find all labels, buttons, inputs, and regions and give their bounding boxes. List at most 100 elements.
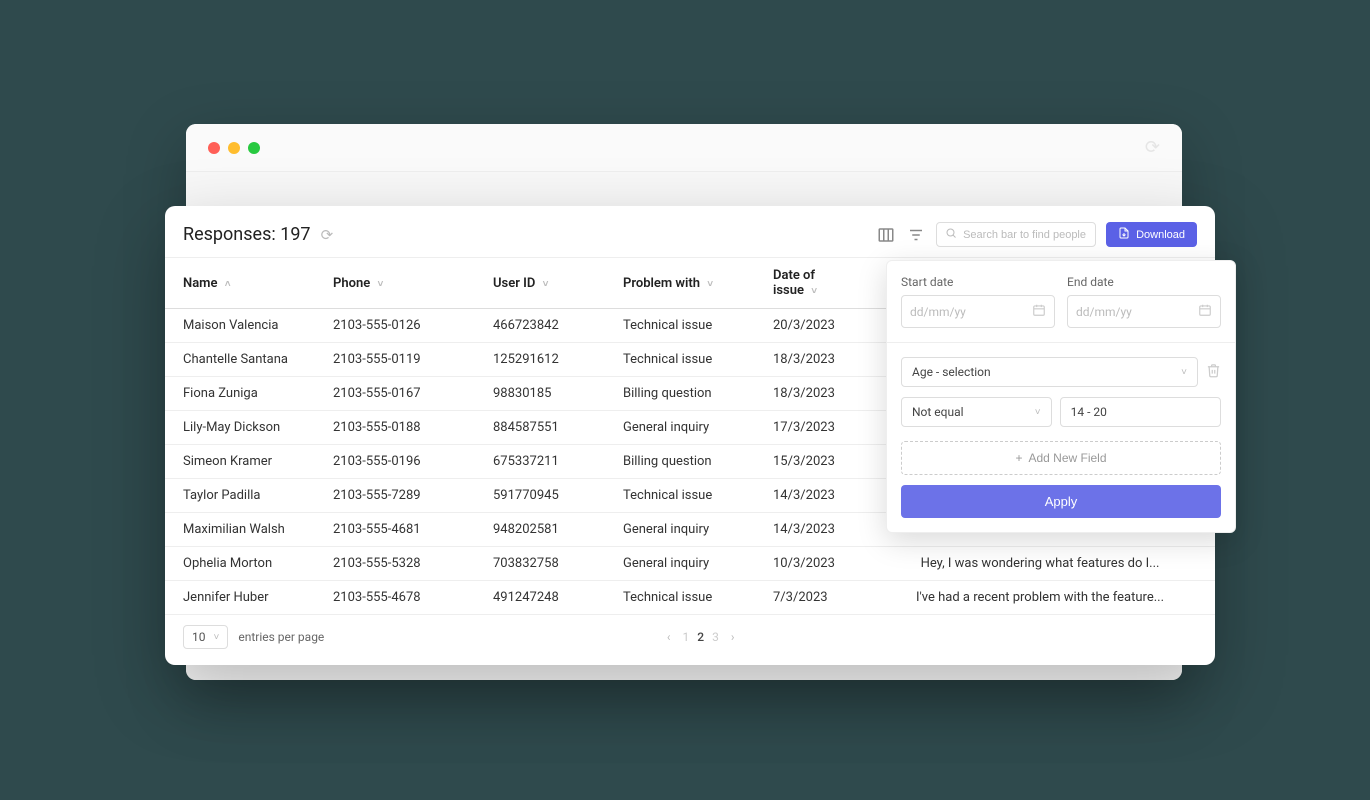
responses-count: 197 — [280, 224, 310, 245]
search-icon — [945, 227, 957, 242]
end-date-label: End date — [1067, 275, 1221, 289]
chevron-down-icon: ˅ — [377, 279, 383, 290]
cell-problem: Technical issue — [605, 581, 755, 615]
cell-name: Lily-May Dickson — [165, 411, 315, 445]
cell-userid: 948202581 — [475, 513, 605, 547]
chevron-down-icon: ˅ — [811, 286, 817, 297]
table-row[interactable]: Jennifer Huber 2103-555-4678 491247248 T… — [165, 581, 1215, 615]
cell-date: 17/3/2023 — [755, 411, 865, 445]
cell-userid: 125291612 — [475, 343, 605, 377]
cell-name: Fiona Zuniga — [165, 377, 315, 411]
cell-userid: 884587551 — [475, 411, 605, 445]
divider — [887, 342, 1235, 343]
cell-userid: 675337211 — [475, 445, 605, 479]
cell-phone: 2103-555-4678 — [315, 581, 475, 615]
responses-label: Responses: — [183, 224, 276, 245]
cell-name: Maximilian Walsh — [165, 513, 315, 547]
cell-phone: 2103-555-4681 — [315, 513, 475, 547]
cell-userid: 591770945 — [475, 479, 605, 513]
window-minimize-icon[interactable] — [228, 142, 240, 154]
page-prev[interactable]: ‹ — [667, 630, 671, 644]
start-date-input[interactable]: dd/mm/yy — [901, 295, 1055, 328]
browser-chrome: ⟳ — [186, 124, 1182, 172]
search-box[interactable] — [936, 222, 1096, 247]
cell-date: 7/3/2023 — [755, 581, 865, 615]
page-next[interactable]: › — [731, 630, 735, 644]
cell-userid: 703832758 — [475, 547, 605, 581]
filter-operator-select[interactable]: Not equal ˅ — [901, 397, 1052, 427]
trash-icon[interactable] — [1206, 363, 1221, 382]
cell-phone: 2103-555-0126 — [315, 309, 475, 343]
cell-date: 10/3/2023 — [755, 547, 865, 581]
header-actions: Download — [876, 222, 1197, 247]
cell-phone: 2103-555-0196 — [315, 445, 475, 479]
cell-problem: General inquiry — [605, 513, 755, 547]
filter-field-select[interactable]: Age - selection ˅ — [901, 357, 1198, 387]
cell-phone: 2103-555-0167 — [315, 377, 475, 411]
filter-panel: Start date dd/mm/yy End date dd/mm/yy Ag… — [886, 260, 1236, 533]
col-header-phone[interactable]: Phone ˅ — [315, 258, 475, 309]
columns-icon[interactable] — [876, 225, 896, 245]
cell-date: 20/3/2023 — [755, 309, 865, 343]
table-row[interactable]: Ophelia Morton 2103-555-5328 703832758 G… — [165, 547, 1215, 581]
add-field-button[interactable]: + Add New Field — [901, 441, 1221, 475]
cell-problem: Technical issue — [605, 309, 755, 343]
cell-userid: 491247248 — [475, 581, 605, 615]
cell-problem: General inquiry — [605, 411, 755, 445]
chevron-down-icon: ˅ — [543, 279, 549, 290]
col-header-date[interactable]: Date of issue ˅ — [755, 258, 865, 309]
chevron-down-icon: ˅ — [707, 279, 713, 290]
page-number[interactable]: 2 — [697, 630, 704, 644]
cell-date: 18/3/2023 — [755, 377, 865, 411]
col-header-name[interactable]: Name ˄ — [165, 258, 315, 309]
window-maximize-icon[interactable] — [248, 142, 260, 154]
responses-title: Responses: 197 ⟳ — [183, 224, 333, 245]
cell-userid: 466723842 — [475, 309, 605, 343]
plus-icon: + — [1015, 451, 1022, 465]
cell-problem: Billing question — [605, 445, 755, 479]
entries-label: entries per page — [238, 630, 324, 644]
filter-value-input[interactable]: 14 - 20 — [1060, 397, 1221, 427]
apply-button[interactable]: Apply — [901, 485, 1221, 518]
filter-icon[interactable] — [906, 225, 926, 245]
cell-problem: Billing question — [605, 377, 755, 411]
calendar-icon — [1032, 303, 1046, 320]
page-number[interactable]: 3 — [712, 630, 719, 644]
entries-per-page-select[interactable]: 10 ˅ — [183, 625, 228, 649]
cell-name: Taylor Padilla — [165, 479, 315, 513]
cell-phone: 2103-555-5328 — [315, 547, 475, 581]
traffic-lights — [208, 142, 260, 154]
cell-comment: Hey, I was wondering what features do I.… — [865, 547, 1215, 581]
page-number[interactable]: 1 — [682, 630, 689, 644]
search-input[interactable] — [963, 229, 1087, 241]
entries-value: 10 — [192, 630, 206, 644]
cell-problem: Technical issue — [605, 343, 755, 377]
sort-asc-icon: ˄ — [225, 279, 231, 290]
cell-date: 18/3/2023 — [755, 343, 865, 377]
start-date-label: Start date — [901, 275, 1055, 289]
cell-comment: I've had a recent problem with the featu… — [865, 581, 1215, 615]
calendar-icon — [1198, 303, 1212, 320]
col-header-problem[interactable]: Problem with ˅ — [605, 258, 755, 309]
cell-phone: 2103-555-0119 — [315, 343, 475, 377]
cell-phone: 2103-555-0188 — [315, 411, 475, 445]
table-footer: 10 ˅ entries per page ‹ 123 › — [165, 615, 1215, 655]
cell-name: Maison Valencia — [165, 309, 315, 343]
col-header-userid[interactable]: User ID ˅ — [475, 258, 605, 309]
window-close-icon[interactable] — [208, 142, 220, 154]
download-icon — [1118, 227, 1130, 242]
download-button[interactable]: Download — [1106, 222, 1197, 247]
end-date-input[interactable]: dd/mm/yy — [1067, 295, 1221, 328]
chevron-down-icon: ˅ — [214, 632, 220, 643]
pagination: ‹ 123 › — [667, 630, 735, 644]
cell-phone: 2103-555-7289 — [315, 479, 475, 513]
cell-problem: Technical issue — [605, 479, 755, 513]
refresh-icon[interactable]: ⟳ — [321, 226, 334, 244]
cell-date: 14/3/2023 — [755, 513, 865, 547]
chevron-down-icon: ˅ — [1181, 367, 1187, 378]
browser-refresh-icon[interactable]: ⟳ — [1145, 137, 1160, 158]
cell-name: Simeon Kramer — [165, 445, 315, 479]
download-label: Download — [1136, 229, 1185, 241]
cell-problem: General inquiry — [605, 547, 755, 581]
cell-date: 15/3/2023 — [755, 445, 865, 479]
